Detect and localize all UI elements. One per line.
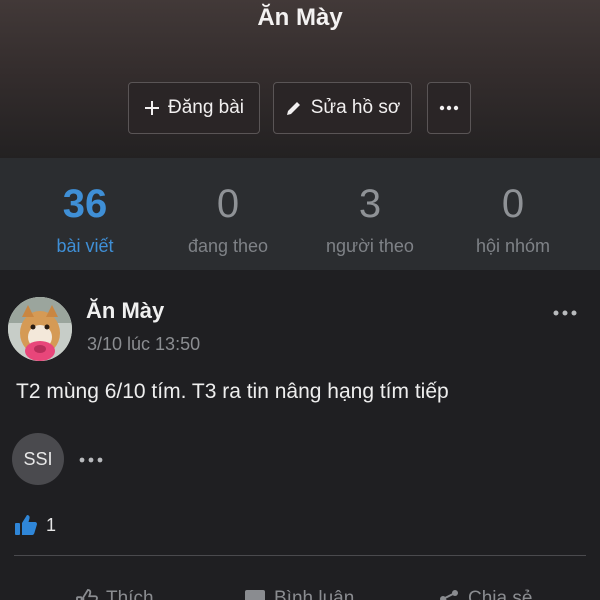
stock-tag-avatar[interactable]: SSI (12, 433, 64, 485)
profile-header: Ăn Mày Đăng bài Sửa hồ sơ (0, 0, 600, 158)
comment-label: Bình luận (274, 588, 355, 600)
tag-more-icon[interactable] (78, 456, 104, 464)
thumbs-up-outline-icon (76, 589, 98, 600)
like-label: Thích (106, 588, 154, 600)
avatar[interactable] (8, 297, 72, 361)
stat-label: bài viết (56, 236, 114, 256)
post-timestamp: 3/10 lúc 13:50 (87, 334, 201, 354)
more-horizontal-icon (439, 105, 459, 111)
comment-icon (245, 590, 265, 600)
comment-button[interactable]: Bình luận (244, 588, 354, 600)
like-button[interactable]: Thích (76, 588, 154, 600)
share-label: Chia sẻ (468, 588, 533, 600)
pencil-icon (286, 100, 302, 115)
profile-more-button[interactable] (427, 82, 471, 134)
divider (14, 555, 586, 556)
thumbs-up-icon (15, 515, 37, 535)
stat-groups[interactable]: 0 hội nhóm (438, 180, 588, 257)
stat-value: 3 (358, 182, 382, 226)
plus-icon (144, 101, 159, 115)
stat-followers[interactable]: 3 người theo (295, 180, 445, 257)
edit-profile-label: Sửa hồ sơ (310, 97, 401, 118)
profile-name: Ăn Mày (257, 4, 343, 31)
stat-value: 0 (501, 182, 525, 226)
create-post-button[interactable]: Đăng bài (128, 82, 260, 134)
stat-value: 0 (216, 182, 240, 226)
post-more-icon[interactable] (552, 308, 578, 318)
create-post-label: Đăng bài (167, 97, 245, 118)
stat-following[interactable]: 0 đang theo (153, 180, 303, 257)
dog-avatar-image (8, 297, 72, 361)
like-summary[interactable]: 1 (14, 514, 56, 536)
edit-profile-button[interactable]: Sửa hồ sơ (273, 82, 412, 134)
post-card: Ăn Mày 3/10 lúc 13:50 T2 mùng 6/10 tím. … (0, 270, 600, 600)
share-icon (440, 590, 458, 600)
stat-value: 36 (62, 182, 108, 226)
post-author[interactable]: Ăn Mày (86, 298, 164, 324)
stat-label: hội nhóm (475, 236, 551, 256)
post-actions: Thích Bình luận Chia sẻ (0, 582, 600, 600)
share-button[interactable]: Chia sẻ (438, 588, 532, 600)
stat-posts[interactable]: 36 bài viết (10, 180, 160, 257)
post-text: T2 mùng 6/10 tím. T3 ra tin nâng hạng tí… (16, 380, 449, 403)
stat-label: người theo (326, 236, 414, 256)
stat-label: đang theo (187, 236, 269, 256)
like-count: 1 (46, 514, 57, 535)
profile-stats: 36 bài viết 0 đang theo 3 người theo 0 h… (0, 158, 600, 270)
